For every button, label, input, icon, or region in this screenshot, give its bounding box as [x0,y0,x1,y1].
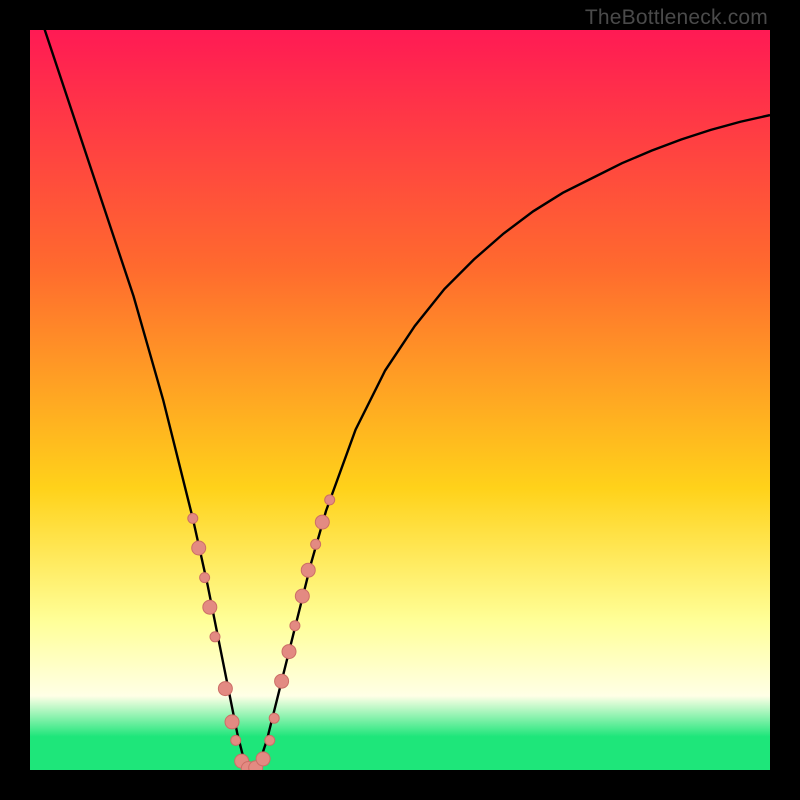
plot-area [30,30,770,770]
curve-marker [200,573,210,583]
curve-marker [275,674,289,688]
curve-marker [269,713,279,723]
curve-marker [192,541,206,555]
curve-marker [325,495,335,505]
curve-marker [188,513,198,523]
watermark-text: TheBottleneck.com [585,6,768,30]
curve-marker [225,715,239,729]
gradient-background [30,30,770,770]
curve-marker [210,632,220,642]
curve-marker [265,735,275,745]
curve-marker [231,735,241,745]
chart-svg [30,30,770,770]
curve-marker [315,515,329,529]
curve-marker [295,589,309,603]
curve-marker [203,600,217,614]
chart-frame: TheBottleneck.com [0,0,800,800]
curve-marker [256,752,270,766]
curve-marker [311,539,321,549]
curve-marker [290,621,300,631]
curve-marker [282,645,296,659]
curve-marker [301,563,315,577]
curve-marker [218,682,232,696]
